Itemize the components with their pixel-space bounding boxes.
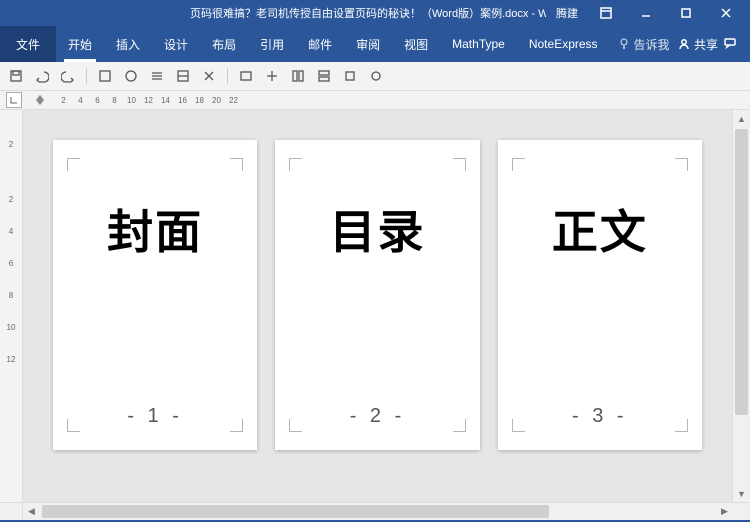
scroll-left-icon[interactable]: ◀ bbox=[23, 503, 40, 520]
share-button[interactable]: 共享 bbox=[678, 36, 718, 53]
author-badge: 腾建 bbox=[556, 5, 578, 21]
tab-design[interactable]: 设计 bbox=[152, 26, 200, 62]
redo-button[interactable] bbox=[58, 66, 78, 86]
tab-insert[interactable]: 插入 bbox=[104, 26, 152, 62]
qat-button-3[interactable] bbox=[147, 66, 167, 86]
horizontal-ruler[interactable]: 2 4 6 8 10 12 14 16 18 20 22 bbox=[0, 91, 750, 110]
maximize-button[interactable] bbox=[668, 3, 704, 23]
tab-noteexpress[interactable]: NoteExpress bbox=[517, 26, 610, 62]
page-3[interactable]: 正文 - 3 - bbox=[498, 140, 702, 450]
page-2-title: 目录 bbox=[329, 196, 425, 262]
tab-layout[interactable]: 布局 bbox=[200, 26, 248, 62]
tab-review[interactable]: 审阅 bbox=[344, 26, 392, 62]
tab-home[interactable]: 开始 bbox=[56, 26, 104, 62]
scroll-up-icon[interactable]: ▲ bbox=[733, 110, 750, 127]
qat-button-4[interactable] bbox=[173, 66, 193, 86]
tab-file[interactable]: 文件 bbox=[0, 26, 56, 62]
horizontal-scrollbar[interactable]: ◀ ▶ bbox=[23, 503, 733, 520]
tell-me-search[interactable]: 告诉我 bbox=[618, 36, 670, 53]
tab-references[interactable]: 引用 bbox=[248, 26, 296, 62]
qat-button-2[interactable] bbox=[121, 66, 141, 86]
page-3-title: 正文 bbox=[552, 196, 648, 262]
scroll-right-icon[interactable]: ▶ bbox=[716, 503, 733, 520]
qat-button-5[interactable] bbox=[199, 66, 219, 86]
ribbon-options-icon[interactable] bbox=[588, 3, 624, 23]
page-1-number: - 1 - bbox=[53, 405, 257, 450]
indent-marker[interactable] bbox=[30, 95, 50, 105]
qat-button-6[interactable] bbox=[236, 66, 256, 86]
page-3-number: - 3 - bbox=[498, 405, 702, 450]
qat-button-7[interactable] bbox=[262, 66, 282, 86]
qat-button-8[interactable] bbox=[288, 66, 308, 86]
vertical-scrollbar[interactable]: ▲ ▼ bbox=[732, 110, 750, 502]
tab-mailings[interactable]: 邮件 bbox=[296, 26, 344, 62]
tab-view[interactable]: 视图 bbox=[392, 26, 440, 62]
page-1-title: 封面 bbox=[107, 196, 203, 262]
close-button[interactable] bbox=[708, 3, 744, 23]
minimize-button[interactable] bbox=[628, 3, 664, 23]
tab-selector-icon[interactable] bbox=[6, 92, 22, 108]
undo-button[interactable] bbox=[32, 66, 52, 86]
page-1[interactable]: 封面 - 1 - bbox=[53, 140, 257, 450]
document-title: 页码很难搞？老司机传授自由设置页码的秘诀！（Word版）案例.docx - Wo… bbox=[190, 5, 546, 21]
qat-button-1[interactable] bbox=[95, 66, 115, 86]
hscroll-thumb[interactable] bbox=[42, 505, 549, 518]
document-area[interactable]: 封面 - 1 - 目录 - 2 - 正文 - 3 - bbox=[23, 110, 732, 502]
ribbon-tabs: 文件 开始 插入 设计 布局 引用 邮件 审阅 视图 MathType Note… bbox=[0, 26, 750, 62]
page-2-number: - 2 - bbox=[275, 405, 479, 450]
tab-mathtype[interactable]: MathType bbox=[440, 26, 517, 62]
save-button[interactable] bbox=[6, 66, 26, 86]
vscroll-thumb[interactable] bbox=[735, 129, 748, 415]
vertical-ruler[interactable]: 2 2 4 6 8 10 12 bbox=[0, 110, 23, 502]
quick-access-toolbar bbox=[0, 62, 750, 91]
page-2[interactable]: 目录 - 2 - bbox=[275, 140, 479, 450]
qat-button-11[interactable] bbox=[366, 66, 386, 86]
qat-button-10[interactable] bbox=[340, 66, 360, 86]
scroll-down-icon[interactable]: ▼ bbox=[733, 485, 750, 502]
qat-button-9[interactable] bbox=[314, 66, 334, 86]
comments-icon[interactable] bbox=[724, 37, 736, 52]
